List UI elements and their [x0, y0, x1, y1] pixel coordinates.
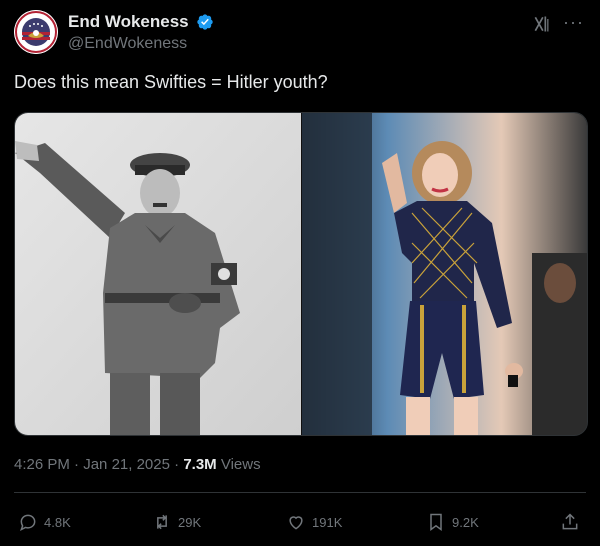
reply-count: 4.8K	[44, 514, 71, 530]
reply-button[interactable]: 4.8K	[18, 508, 71, 536]
tweet-media[interactable]	[14, 112, 588, 436]
reply-icon	[20, 514, 36, 531]
like-count: 191K	[312, 514, 343, 530]
bookmark-icon	[430, 513, 442, 531]
bookmark-count: 9.2K	[452, 514, 479, 530]
tweet-time[interactable]: 4:26 PM	[14, 456, 70, 473]
views-count: 7.3M	[183, 456, 217, 473]
views-label: Views	[220, 456, 261, 473]
share-icon	[562, 513, 578, 530]
display-name[interactable]: End Wokeness	[68, 12, 189, 32]
verified-badge-icon	[197, 14, 213, 30]
grok-icon[interactable]	[532, 14, 552, 34]
action-bar: 4.8K 29K 191K 9.2K	[14, 508, 586, 536]
tweet-header: End Wokeness @EndWokeness ···	[14, 8, 586, 60]
tweet-date[interactable]: Jan 21, 2025	[83, 456, 170, 473]
more-options-icon[interactable]: ···	[563, 12, 584, 33]
tweet-meta: 4:26 PM · Jan 21, 2025 · 7.3M Views	[14, 456, 261, 473]
avatar[interactable]	[14, 10, 58, 54]
avatar-eagle-flag-icon	[14, 10, 58, 54]
divider	[14, 492, 586, 493]
meta-separator: ·	[69, 456, 84, 473]
media-image-right[interactable]	[302, 113, 587, 435]
media-image-left[interactable]	[15, 113, 301, 435]
heart-icon	[289, 516, 303, 530]
repost-button[interactable]: 29K	[152, 508, 201, 536]
user-handle[interactable]: @EndWokeness	[68, 35, 214, 53]
meta-separator-2: ·	[169, 456, 184, 473]
bookmark-button[interactable]: 9.2K	[426, 508, 479, 536]
share-button[interactable]	[560, 508, 586, 536]
repost-count: 29K	[178, 514, 202, 530]
repost-icon	[157, 514, 167, 530]
tweet-text: Does this mean Swifties = Hitler youth?	[14, 72, 328, 92]
like-button[interactable]: 191K	[286, 508, 342, 536]
